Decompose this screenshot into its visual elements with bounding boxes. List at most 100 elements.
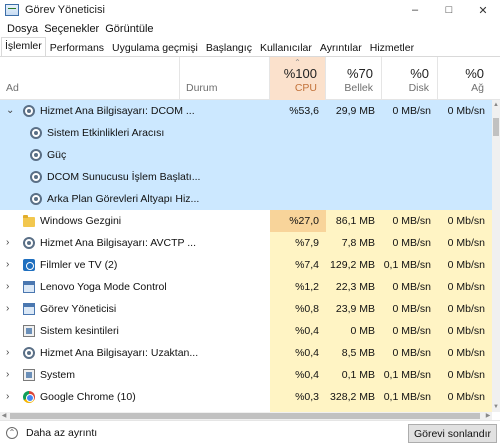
chevron-right-icon[interactable]: › xyxy=(6,364,9,386)
cell-memory-empty xyxy=(326,144,382,166)
process-row[interactable]: › Google Chrome (10) %0,3 328,2 MB 0,1 MB/sn… xyxy=(0,386,492,408)
process-row[interactable]: › System %0,4 0,1 MB 0,1 MB/sn 0 Mb/sn xyxy=(0,364,492,386)
chevron-right-icon[interactable]: › xyxy=(6,298,9,320)
scroll-up-icon[interactable]: ▲ xyxy=(492,100,500,110)
fewer-details-link[interactable]: ⌃ Daha az ayrıntı xyxy=(6,427,97,439)
column-cpu[interactable]: ⌃ %100 CPU xyxy=(270,57,326,100)
chevron-down-icon[interactable]: ⌄ xyxy=(6,100,14,122)
tab-startup[interactable]: Başlangıç xyxy=(202,39,256,56)
process-row[interactable]: › Filmler ve TV (2) %7,4 129,2 MB 0,1 MB/sn 0… xyxy=(0,254,492,276)
cell-cpu: %7,4 xyxy=(270,254,326,276)
process-row[interactable]: › Hizmet Ana Bilgisayarı: Uzaktan... %0,4 8… xyxy=(0,342,492,364)
app-window-icon xyxy=(23,281,35,293)
child-process-row[interactable]: Arka Plan Görevleri Altyapı Hiz... xyxy=(0,188,492,210)
tab-details[interactable]: Ayrıntılar xyxy=(316,39,366,56)
cell-network-empty xyxy=(438,144,492,166)
column-network[interactable]: %0 Ağ xyxy=(438,57,492,100)
column-status[interactable]: Durum xyxy=(180,57,270,100)
cell-memory: 0 MB xyxy=(326,320,382,342)
process-name: Görev Yöneticisi xyxy=(40,303,117,315)
tab-app-history[interactable]: Uygulama geçmişi xyxy=(108,39,202,56)
cell-memory: 0,1 MB xyxy=(326,364,382,386)
child-process-row[interactable]: Sistem Etkinlikleri Aracısı xyxy=(0,122,492,144)
scroll-down-icon[interactable]: ▼ xyxy=(492,402,500,412)
chevron-right-icon[interactable]: › xyxy=(6,232,9,254)
cell-memory: 8,5 MB xyxy=(326,342,382,364)
chevron-right-icon[interactable]: › xyxy=(6,386,9,408)
box-icon xyxy=(23,369,35,381)
process-name: Lenovo Yoga Mode Control xyxy=(40,281,167,293)
cell-cpu: %27,0 xyxy=(270,210,326,232)
column-name[interactable]: Ad xyxy=(0,57,180,100)
cell-disk-empty xyxy=(382,188,438,210)
child-process-row[interactable]: Güç xyxy=(0,144,492,166)
process-row[interactable]: › Görev Yöneticisi %0,8 23,9 MB 0 MB/sn 0 Mb/… xyxy=(0,298,492,320)
process-name: Arka Plan Görevleri Altyapı Hiz... xyxy=(47,193,200,205)
vertical-scrollbar[interactable]: ▲ ▼ xyxy=(492,100,500,412)
cell-network: 0 Mb/sn xyxy=(438,320,492,342)
column-memory[interactable]: %70 Bellek xyxy=(326,57,382,100)
process-row[interactable]: › Lenovo Yoga Mode Control %1,2 22,3 MB 0 MB… xyxy=(0,276,492,298)
cell-disk: 0 MB/sn xyxy=(382,276,438,298)
column-disk-label: Disk xyxy=(408,82,429,94)
column-disk[interactable]: %0 Disk xyxy=(382,57,438,100)
process-name: Hizmet Ana Bilgisayarı: AVCTP ... xyxy=(40,237,197,249)
menu-options[interactable]: Seçenekler xyxy=(41,23,102,35)
cell-network-empty xyxy=(438,166,492,188)
chevron-right-icon[interactable]: › xyxy=(6,254,9,276)
process-row[interactable]: Windows Gezgini %27,0 86,1 MB 0 MB/sn 0 Mb/s… xyxy=(0,210,492,232)
process-row[interactable]: ⌄ Hizmet Ana Bilgisayarı: DCOM ... %53,6 29… xyxy=(0,100,492,122)
cell-network: 0 Mb/sn xyxy=(447,105,485,117)
tab-services[interactable]: Hizmetler xyxy=(366,39,418,56)
cell-network: 0 Mb/sn xyxy=(438,342,492,364)
chrome-icon xyxy=(23,391,35,403)
column-cpu-percent: %100 xyxy=(283,66,317,81)
cell-memory: 86,1 MB xyxy=(326,210,382,232)
window-controls: – □ ✕ xyxy=(398,0,500,20)
maximize-button[interactable]: □ xyxy=(432,0,466,20)
gear-icon xyxy=(23,347,35,359)
chevron-up-icon: ⌃ xyxy=(6,427,18,439)
tab-processes[interactable]: İşlemler xyxy=(1,37,46,56)
process-name: Sistem Etkinlikleri Aracısı xyxy=(47,127,165,139)
column-memory-percent: %70 xyxy=(346,66,373,81)
cell-cpu: %0,4 xyxy=(270,320,326,342)
cell-memory: 328,2 MB xyxy=(326,386,382,408)
process-name: Hizmet Ana Bilgisayarı: Uzaktan... xyxy=(40,347,199,359)
end-task-button[interactable]: Görevi sonlandır xyxy=(407,424,497,443)
cell-disk-empty xyxy=(382,166,438,188)
cell-cpu: %0,4 xyxy=(270,342,326,364)
scroll-right-icon[interactable]: ▶ xyxy=(484,412,492,420)
menu-file[interactable]: Dosya xyxy=(4,23,41,35)
process-row[interactable]: › Hizmet Ana Bilgisayarı: AVCTP ... %7,9 7,… xyxy=(0,232,492,254)
gear-icon xyxy=(23,105,35,117)
minimize-button[interactable]: – xyxy=(398,0,432,20)
menu-view[interactable]: Görüntüle xyxy=(102,23,156,35)
tab-performance[interactable]: Performans xyxy=(46,39,108,56)
cell-disk: 0 MB/sn xyxy=(382,320,438,342)
child-process-row[interactable]: DCOM Sunucusu İşlem Başlatı... xyxy=(0,166,492,188)
service-icon xyxy=(30,149,42,161)
fewer-details-label: Daha az ayrıntı xyxy=(26,427,98,439)
cell-disk: 0 MB/sn xyxy=(392,105,431,117)
close-button[interactable]: ✕ xyxy=(466,0,500,20)
process-row[interactable]: Sistem kesintileri %0,4 0 MB 0 MB/sn 0 Mb/sn xyxy=(0,320,492,342)
cell-cpu-empty xyxy=(270,188,326,210)
cell-network: 0 Mb/sn xyxy=(438,210,492,232)
horizontal-scrollbar[interactable]: ◀ ▶ xyxy=(0,412,492,420)
horizontal-scroll-thumb[interactable] xyxy=(10,413,480,419)
task-manager-icon xyxy=(5,4,19,16)
chevron-right-icon[interactable]: › xyxy=(6,342,9,364)
cell-disk: 0 MB/sn xyxy=(382,298,438,320)
column-network-percent: %0 xyxy=(465,66,484,81)
process-name: Windows Gezgini xyxy=(40,215,122,227)
vertical-scroll-thumb[interactable] xyxy=(493,118,499,136)
chevron-right-icon[interactable]: › xyxy=(6,276,9,298)
process-name: DCOM Sunucusu İşlem Başlatı... xyxy=(47,171,201,183)
task-manager-icon xyxy=(23,303,35,315)
tab-users[interactable]: Kullanıcılar xyxy=(256,39,316,56)
cell-cpu: %0,8 xyxy=(270,298,326,320)
column-name-label: Ad xyxy=(6,82,19,94)
cell-cpu: %0,4 xyxy=(270,364,326,386)
scroll-left-icon[interactable]: ◀ xyxy=(0,412,8,420)
